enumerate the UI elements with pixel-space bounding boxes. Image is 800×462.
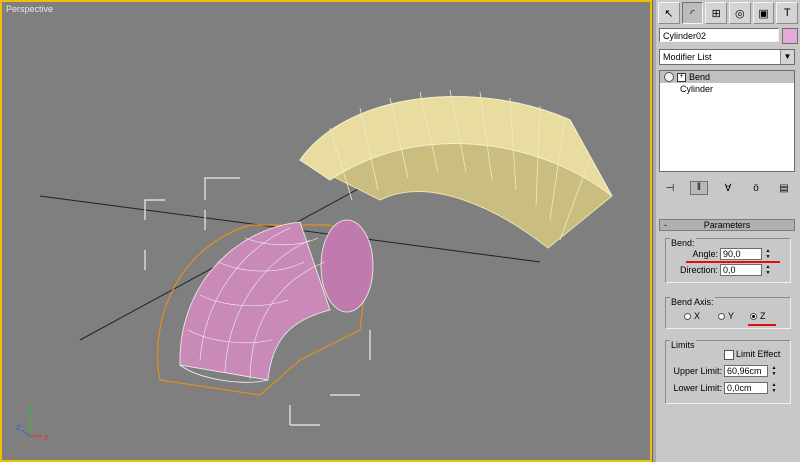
modifier-stack[interactable]: + Bend Cylinder xyxy=(659,70,795,172)
stack-item-label: Cylinder xyxy=(680,84,714,94)
parameters-rollout-header[interactable]: - Parameters xyxy=(659,219,795,231)
bent-cylinder-mesh xyxy=(179,219,374,383)
modifier-list-dropdown[interactable]: Modifier List ▼ xyxy=(659,49,795,65)
direction-spinner[interactable]: ▲ ▼ xyxy=(764,264,772,276)
direction-input[interactable]: 0,0 xyxy=(720,264,762,276)
motion-icon: ◎ xyxy=(735,7,745,20)
axis-y-label: Y xyxy=(728,311,735,321)
axis-label-x: x xyxy=(44,432,49,442)
limit-effect-label: Limit Effect xyxy=(736,349,781,359)
create-tab[interactable]: ↖ xyxy=(658,2,680,24)
pin-stack-icon[interactable]: ⊣ xyxy=(662,183,678,194)
expand-plus-icon[interactable]: + xyxy=(677,72,686,82)
axis-label-y: y xyxy=(28,402,33,412)
configure-sets-icon[interactable]: ▤ xyxy=(776,183,792,194)
utilities-hammer-icon: T xyxy=(783,7,791,19)
modify-tab[interactable]: ◜ xyxy=(681,2,704,24)
lower-limit-input[interactable]: 0,0cm xyxy=(724,382,768,394)
axis-tripod: y x z xyxy=(16,402,49,442)
object-name-field[interactable]: Cylinder02 xyxy=(659,28,779,42)
modify-arc-icon: ◜ xyxy=(690,7,695,20)
perspective-viewport[interactable]: y x z Perspective xyxy=(0,0,652,462)
angle-label: Angle: xyxy=(692,249,718,259)
create-arrow-icon: ↖ xyxy=(664,7,674,20)
object-color-swatch[interactable] xyxy=(782,28,798,44)
axis-z-label: Z xyxy=(760,311,766,321)
command-panel-tabs: ↖ ◜ ⊞ ◎ ▣ T xyxy=(658,2,799,24)
make-unique-icon[interactable]: ∀ xyxy=(720,183,736,194)
upper-limit-spinner[interactable]: ▲ ▼ xyxy=(770,365,778,377)
parameters-title: Parameters xyxy=(703,220,751,230)
collapse-minus-icon: - xyxy=(664,220,667,230)
stack-toolbar: ⊣ ‖ ∀ ö ▤ xyxy=(662,181,792,195)
radio-dot-icon xyxy=(718,312,725,320)
radio-dot-selected-icon xyxy=(750,312,757,320)
axis-x-radio[interactable]: X xyxy=(684,311,700,321)
axis-label-z: z xyxy=(16,422,21,432)
viewport-label[interactable]: Perspective xyxy=(6,4,53,14)
stack-item-label: Bend xyxy=(689,72,711,82)
lower-limit-label: Lower Limit: xyxy=(673,383,722,393)
axis-z-highlight-underline xyxy=(748,324,776,326)
show-end-result-icon[interactable]: ‖ xyxy=(690,181,708,195)
lightbulb-icon[interactable] xyxy=(664,72,674,82)
axis-y-radio[interactable]: Y xyxy=(718,311,734,321)
command-panel: ↖ ◜ ⊞ ◎ ▣ T Cylinder02 Modifier List ▼ +… xyxy=(656,0,800,462)
bend-axis-label: Bend Axis: xyxy=(670,297,715,307)
radio-dot-icon xyxy=(684,312,691,320)
utilities-tab[interactable]: T xyxy=(776,2,799,24)
upper-limit-input[interactable]: 60,96cm xyxy=(724,365,768,377)
stack-item-cylinder[interactable]: Cylinder xyxy=(660,83,794,95)
remove-modifier-icon[interactable]: ö xyxy=(748,183,764,194)
modifier-list-label: Modifier List xyxy=(663,52,712,62)
display-tab[interactable]: ▣ xyxy=(752,2,775,24)
upper-limit-label: Upper Limit: xyxy=(673,366,722,376)
angle-spinner[interactable]: ▲ ▼ xyxy=(764,248,772,260)
stack-item-bend[interactable]: + Bend xyxy=(660,71,794,83)
direction-label: Direction: xyxy=(679,265,718,275)
bend-group-label: Bend: xyxy=(670,238,696,248)
limits-group-label: Limits xyxy=(670,340,696,350)
motion-tab[interactable]: ◎ xyxy=(729,2,751,24)
angle-highlight-underline xyxy=(686,261,780,263)
limit-effect-checkbox[interactable] xyxy=(724,350,734,360)
lower-limit-spinner[interactable]: ▲ ▼ xyxy=(770,382,778,394)
chevron-down-icon[interactable]: ▼ xyxy=(780,50,794,64)
axis-x-label: X xyxy=(694,311,701,321)
hierarchy-tab[interactable]: ⊞ xyxy=(705,2,728,24)
display-icon: ▣ xyxy=(758,7,769,20)
axis-z-radio[interactable]: Z xyxy=(750,311,766,321)
hierarchy-icon: ⊞ xyxy=(711,7,721,20)
scene-canvas: y x z xyxy=(16,89,613,442)
angle-input[interactable]: 90,0 xyxy=(720,248,762,260)
